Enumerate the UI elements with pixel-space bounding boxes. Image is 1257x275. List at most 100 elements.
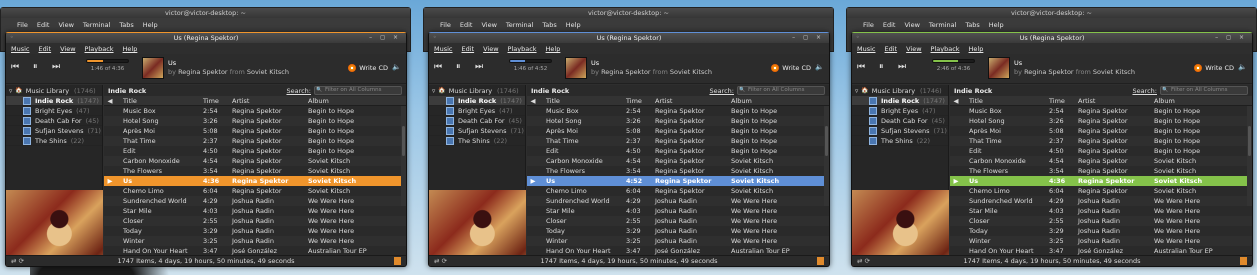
seek-bar[interactable] — [932, 59, 975, 63]
terminal-menu-item[interactable]: Help — [143, 21, 158, 29]
column-album[interactable]: Album — [303, 97, 406, 105]
track-row[interactable]: Music Box 2:54 Regina Spektor Begin to Hope — [950, 106, 1252, 116]
track-row[interactable]: Winter 3:25 Joshua Radin We Were Here — [950, 236, 1252, 246]
queue-icon[interactable] — [817, 257, 824, 265]
terminal-menu-item[interactable]: Edit — [37, 21, 50, 29]
sidebar-item[interactable]: Indie Rock (1747) — [6, 96, 102, 106]
write-cd-button[interactable]: Write CD — [771, 64, 811, 72]
menu-music[interactable]: Music — [857, 45, 876, 53]
previous-button[interactable]: ⏮ — [857, 62, 865, 72]
write-cd-button[interactable]: Write CD — [348, 64, 388, 72]
music-library-item[interactable]: ▿ 🏠 Music Library (1746) — [6, 85, 102, 96]
scrollbar-thumb[interactable] — [402, 126, 405, 156]
track-row[interactable]: Chemo Limo 6:04 Regina Spektor Soviet Kitsc… — [527, 186, 829, 196]
sidebar-item[interactable]: Indie Rock (1747) — [429, 96, 525, 106]
sidebar-item[interactable]: Sufjan Stevens (71) — [6, 126, 102, 136]
track-row[interactable]: Star Mile 4:03 Joshua Radin We Were Here — [104, 206, 406, 216]
menu-help[interactable]: Help — [123, 45, 138, 53]
queue-icon[interactable] — [1240, 257, 1247, 265]
track-row[interactable]: Music Box 2:54 Regina Spektor Begin to Hope — [527, 106, 829, 116]
column-title[interactable]: Title — [962, 97, 1044, 105]
terminal-menu-item[interactable]: Terminal — [506, 21, 533, 29]
window-menu-icon[interactable]: ◦ — [10, 33, 14, 43]
track-row[interactable]: That Time 2:37 Regina Spektor Begin to Hope — [950, 136, 1252, 146]
terminal-menu-item[interactable]: Edit — [460, 21, 473, 29]
expand-arrow-icon[interactable]: ▿ — [9, 87, 12, 95]
track-row[interactable]: Today 3:29 Joshua Radin We Were Here — [527, 226, 829, 236]
sidebar-item[interactable]: Death Cab For (45) — [429, 116, 525, 126]
next-button[interactable]: ⏭ — [52, 62, 60, 72]
menu-edit[interactable]: Edit — [462, 45, 475, 53]
sidebar-item[interactable]: Bright Eyes (47) — [6, 106, 102, 116]
window-controls[interactable]: – ◻ × — [369, 33, 401, 43]
menu-help[interactable]: Help — [969, 45, 984, 53]
menu-help[interactable]: Help — [546, 45, 561, 53]
track-row[interactable]: Sundrenched World 4:29 Joshua Radin We Were… — [104, 196, 406, 206]
sidebar-item[interactable]: Death Cab For (45) — [6, 116, 102, 126]
track-row[interactable]: Après Moi 5:08 Regina Spektor Begin to Hope — [527, 126, 829, 136]
expand-arrow-icon[interactable]: ▿ — [432, 87, 435, 95]
track-row[interactable]: Après Moi 5:08 Regina Spektor Begin to Hope — [104, 126, 406, 136]
sidebar-toggle-icon[interactable]: ◀ — [950, 97, 962, 105]
queue-icon[interactable] — [394, 257, 401, 265]
sidebar-item[interactable]: Sufjan Stevens (71) — [429, 126, 525, 136]
track-row[interactable]: That Time 2:37 Regina Spektor Begin to Hope — [527, 136, 829, 146]
track-row[interactable]: Star Mile 4:03 Joshua Radin We Were Here — [950, 206, 1252, 216]
track-row[interactable]: Today 3:29 Joshua Radin We Were Here — [950, 226, 1252, 236]
track-row[interactable]: ▶ Us 4:36 Regina Spektor Soviet Kitsch — [104, 176, 406, 186]
track-row[interactable]: Hotel Song 3:26 Regina Spektor Begin to Hop… — [527, 116, 829, 126]
column-artist[interactable]: Artist — [227, 97, 303, 105]
vertical-scrollbar[interactable] — [401, 106, 406, 206]
seek-bar[interactable] — [509, 59, 552, 63]
terminal-menu-item[interactable]: Tabs — [542, 21, 556, 29]
column-artist[interactable]: Artist — [650, 97, 726, 105]
expand-arrow-icon[interactable]: ▿ — [855, 87, 858, 95]
terminal-menu-item[interactable]: Edit — [883, 21, 896, 29]
track-row[interactable]: Closer 2:55 Joshua Radin We Were Here — [950, 216, 1252, 226]
seek-bar[interactable] — [86, 59, 129, 63]
next-button[interactable]: ⏭ — [898, 62, 906, 72]
shuffle-repeat-icons[interactable]: ⇄ ⟳ — [857, 256, 870, 266]
track-row[interactable]: Après Moi 5:08 Regina Spektor Begin to Hope — [950, 126, 1252, 136]
sidebar-item[interactable]: The Shins (22) — [6, 136, 102, 146]
shuffle-repeat-icons[interactable]: ⇄ ⟳ — [434, 256, 447, 266]
volume-icon[interactable]: 🔈 — [815, 63, 824, 71]
track-row[interactable]: Carbon Monoxide 4:54 Regina Spektor Soviet … — [104, 156, 406, 166]
vertical-scrollbar[interactable] — [1247, 106, 1252, 206]
column-title[interactable]: Title — [539, 97, 621, 105]
column-album[interactable]: Album — [1149, 97, 1252, 105]
sidebar-item[interactable]: The Shins (22) — [429, 136, 525, 146]
column-title[interactable]: Title — [116, 97, 198, 105]
track-row[interactable]: Music Box 2:54 Regina Spektor Begin to Hope — [104, 106, 406, 116]
terminal-menu-item[interactable]: View — [904, 21, 919, 29]
music-library-item[interactable]: ▿ 🏠 Music Library (1746) — [852, 85, 948, 96]
track-row[interactable]: Carbon Monoxide 4:54 Regina Spektor Soviet … — [950, 156, 1252, 166]
terminal-menu-item[interactable]: Terminal — [83, 21, 110, 29]
sidebar-item[interactable]: Sufjan Stevens (71) — [852, 126, 948, 136]
track-row[interactable]: Edit 4:50 Regina Spektor Begin to Hope — [527, 146, 829, 156]
terminal-menu-item[interactable]: Tabs — [119, 21, 133, 29]
terminal-menu-item[interactable]: Terminal — [929, 21, 956, 29]
search-input[interactable]: Filter on All Columns — [737, 86, 825, 95]
previous-button[interactable]: ⏮ — [434, 62, 442, 72]
track-row[interactable]: Hotel Song 3:26 Regina Spektor Begin to Hop… — [950, 116, 1252, 126]
track-row[interactable]: Today 3:29 Joshua Radin We Were Here — [104, 226, 406, 236]
pause-button[interactable]: ⏸ — [456, 62, 461, 72]
pause-button[interactable]: ⏸ — [33, 62, 38, 72]
window-menu-icon[interactable]: ◦ — [856, 33, 860, 43]
sidebar-item[interactable]: Bright Eyes (47) — [429, 106, 525, 116]
menu-view[interactable]: View — [60, 45, 75, 53]
track-row[interactable]: Closer 2:55 Joshua Radin We Were Here — [104, 216, 406, 226]
previous-button[interactable]: ⏮ — [11, 62, 19, 72]
terminal-menu-item[interactable]: File — [17, 21, 28, 29]
volume-icon[interactable]: 🔈 — [392, 63, 401, 71]
scrollbar-thumb[interactable] — [1248, 126, 1251, 156]
menu-music[interactable]: Music — [11, 45, 30, 53]
shuffle-repeat-icons[interactable]: ⇄ ⟳ — [11, 256, 24, 266]
track-row[interactable]: ▶ Us 4:52 Regina Spektor Soviet Kitsch — [527, 176, 829, 186]
sidebar-toggle-icon[interactable]: ◀ — [527, 97, 539, 105]
track-row[interactable]: The Flowers 3:54 Regina Spektor Soviet Kits… — [104, 166, 406, 176]
terminal-menu-item[interactable]: View — [481, 21, 496, 29]
menu-edit[interactable]: Edit — [885, 45, 898, 53]
track-row[interactable]: The Flowers 3:54 Regina Spektor Soviet Kits… — [950, 166, 1252, 176]
